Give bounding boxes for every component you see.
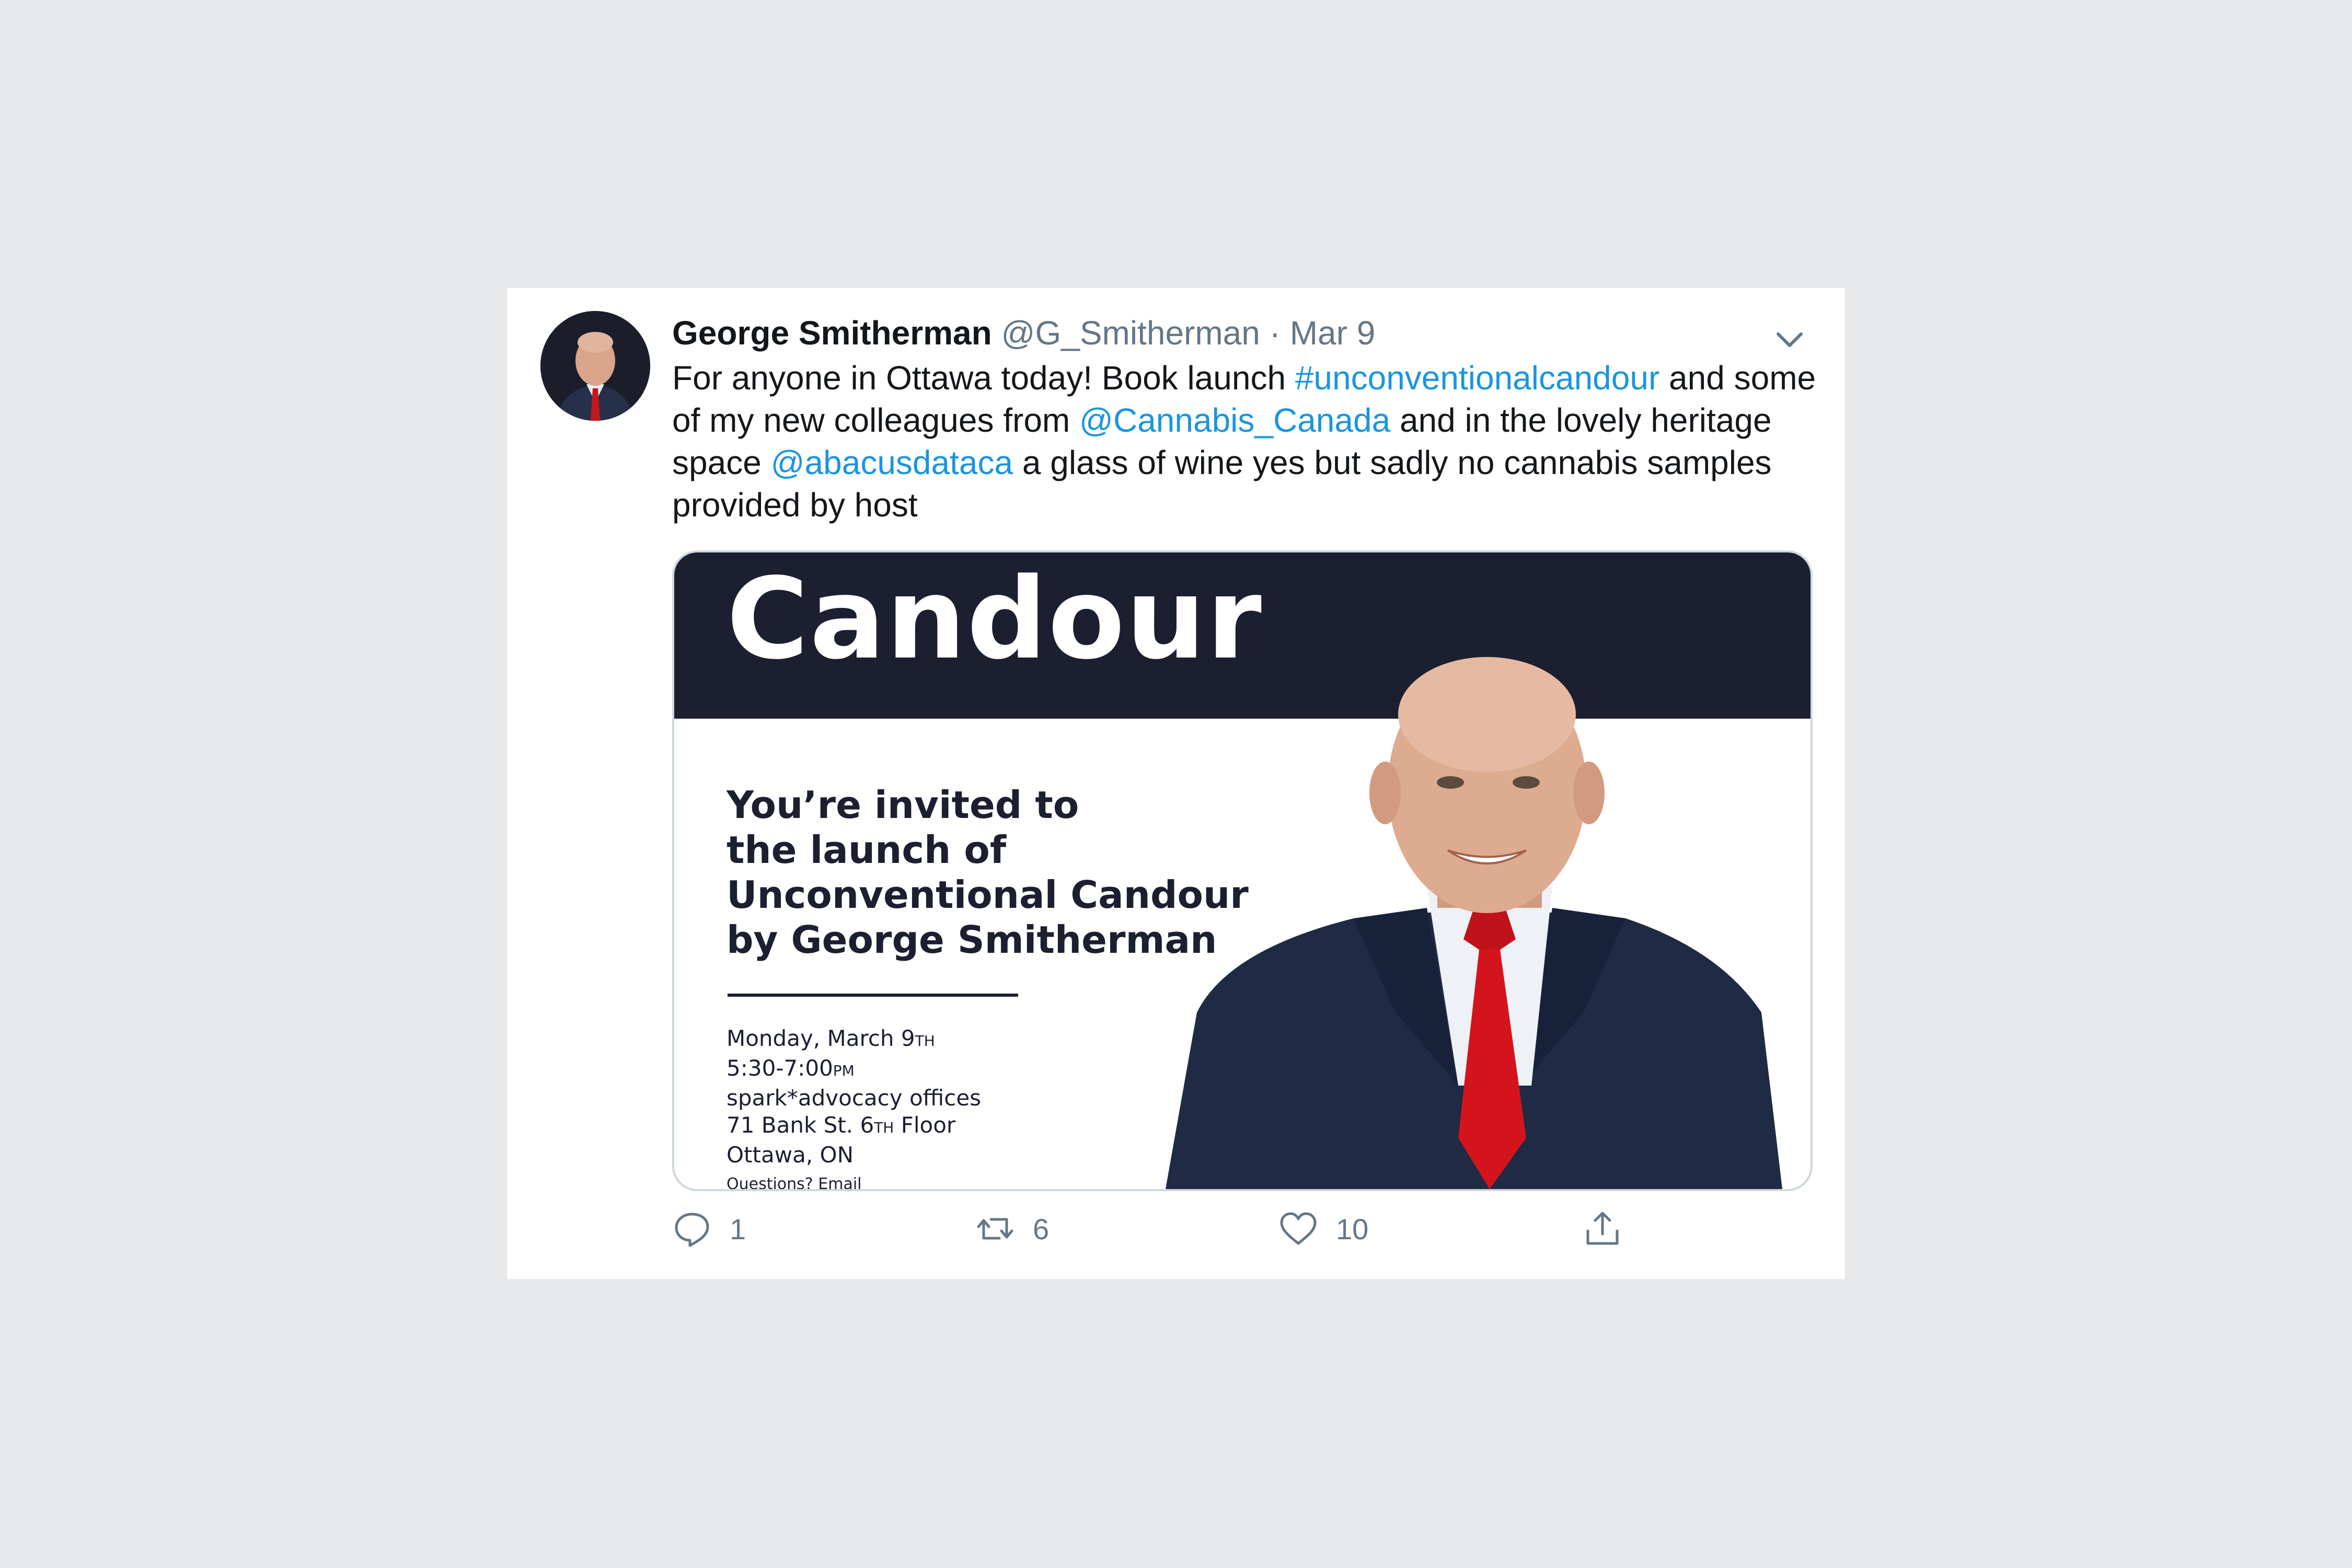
- share-icon: [1586, 1212, 1619, 1245]
- tweet-card[interactable]: George Smitherman @G_Smitherman · Mar 9 …: [507, 288, 1845, 1279]
- separator: ·: [1269, 314, 1281, 352]
- reply-button[interactable]: 1: [672, 1203, 746, 1255]
- tweet-media-image[interactable]: Candour You’re invited to the launch of …: [672, 550, 1813, 1191]
- tweet-text-part: For anyone in Ottawa today! Book launch: [672, 359, 1295, 397]
- event-time: 5:30-7:00PM: [727, 1055, 981, 1085]
- share-button[interactable]: [1583, 1203, 1622, 1255]
- retweet-icon: [977, 1218, 1013, 1240]
- time-suffix: PM: [833, 1062, 855, 1079]
- reply-count: 1: [730, 1212, 746, 1246]
- like-count: 10: [1336, 1212, 1369, 1246]
- event-date-text: Monday, March 9: [727, 1025, 915, 1051]
- handle[interactable]: @G_Smitherman: [1001, 314, 1260, 352]
- event-time-text: 5:30-7:00: [727, 1055, 833, 1081]
- chevron-down-icon[interactable]: [1769, 318, 1811, 360]
- event-details: Monday, March 9TH 5:30-7:00PM spark*advo…: [727, 1025, 982, 1191]
- like-button[interactable]: 10: [1278, 1203, 1368, 1255]
- hashtag-link[interactable]: #unconventionalcandour: [1295, 359, 1659, 397]
- portrait-photo: [1166, 657, 1782, 1189]
- tweet-header: George Smitherman @G_Smitherman · Mar 9: [672, 308, 1375, 358]
- tweet-actions: 1 6 10: [672, 1203, 1822, 1255]
- event-city: Ottawa, ON: [727, 1142, 854, 1168]
- retweet-button[interactable]: 6: [975, 1203, 1049, 1255]
- address-part: Floor: [894, 1112, 956, 1138]
- reply-icon: [675, 1213, 709, 1247]
- event-venue: spark*advocacy offices: [727, 1085, 982, 1111]
- mention-link[interactable]: @Cannabis_Canada: [1079, 401, 1390, 439]
- event-questions: Questions? Email: [727, 1175, 862, 1191]
- display-name[interactable]: George Smitherman: [672, 314, 992, 352]
- divider: [728, 994, 1018, 997]
- date-suffix: TH: [915, 1032, 935, 1050]
- address-part: 71 Bank St. 6: [727, 1112, 874, 1138]
- avatar[interactable]: [540, 311, 650, 421]
- mention-link[interactable]: @abacusdataca: [771, 444, 1013, 481]
- tweet-date[interactable]: Mar 9: [1290, 314, 1376, 352]
- event-date: Monday, March 9TH: [727, 1025, 981, 1055]
- retweet-count: 6: [1033, 1212, 1050, 1246]
- avatar-photo: [540, 311, 650, 421]
- tweet-text: For anyone in Ottawa today! Book launch …: [672, 357, 1817, 526]
- address-suffix: TH: [874, 1119, 894, 1136]
- event-address: 71 Bank St. 6TH Floor: [727, 1112, 981, 1142]
- like-icon: [1280, 1212, 1317, 1245]
